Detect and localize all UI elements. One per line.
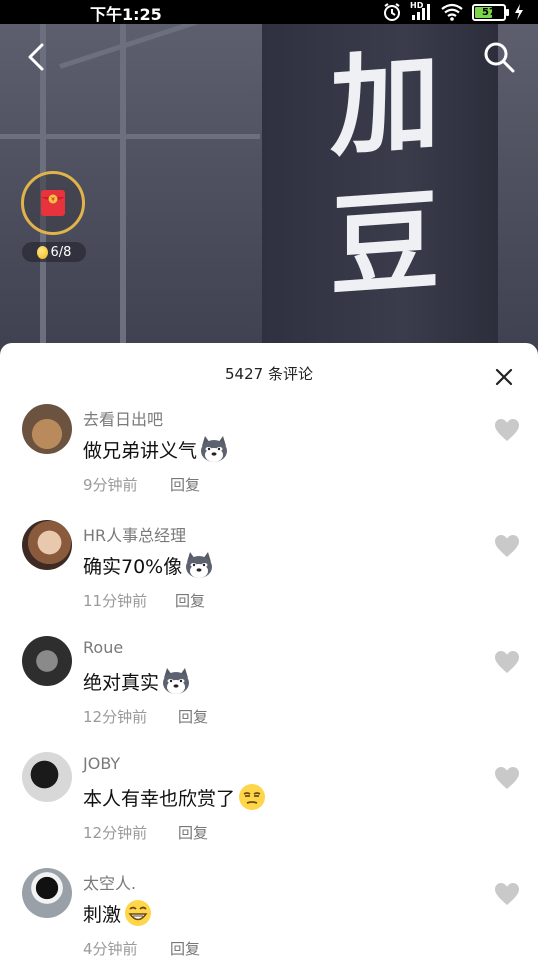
comment-text: 绝对真实 — [83, 671, 160, 694]
battery-icon: 57 — [472, 3, 509, 21]
status-bar: 下午1:25 HD 57 — [0, 0, 538, 24]
red-packet-button[interactable]: ¥ — [21, 171, 85, 235]
video-player[interactable]: 加豆 ¥ 6/8 — [0, 24, 538, 354]
smug-face-emoji — [239, 784, 266, 810]
heart-icon[interactable] — [494, 534, 520, 558]
comment-username[interactable]: HR人事总经理 — [83, 522, 186, 546]
svg-text:¥: ¥ — [51, 197, 55, 204]
comment-time: 12分钟前 — [83, 708, 148, 726]
comment-username[interactable]: 太空人. — [83, 870, 136, 894]
comment-item: 去看日出吧 做兄弟讲义气 9分钟前 回复 — [0, 404, 538, 514]
heart-icon[interactable] — [494, 766, 520, 790]
reply-button[interactable]: 回复 — [178, 706, 208, 727]
video-banner-text: 加豆 — [330, 36, 440, 312]
comment-text-row: 绝对真实 — [83, 666, 191, 696]
status-time: 下午1:25 — [90, 5, 162, 24]
search-icon[interactable] — [482, 40, 516, 74]
heart-icon[interactable] — [494, 418, 520, 442]
avatar[interactable] — [22, 636, 72, 686]
reply-button[interactable]: 回复 — [178, 822, 208, 843]
avatar[interactable] — [22, 752, 72, 802]
husky-emoji — [186, 552, 213, 578]
coin-icon — [36, 245, 48, 259]
comment-text: 刺激 — [83, 903, 122, 926]
comment-text: 本人有幸也欣赏了 — [83, 787, 236, 810]
heart-icon[interactable] — [494, 882, 520, 906]
reply-button[interactable]: 回复 — [175, 590, 205, 611]
avatar[interactable] — [22, 404, 72, 454]
comment-time: 4分钟前 — [83, 940, 138, 958]
reply-button[interactable]: 回复 — [170, 474, 200, 495]
comments-sheet: 5427 条评论 去看日出吧 做兄弟讲义气 9分钟前 回复 HR人事总经理 确实… — [0, 343, 538, 971]
reward-counter: 6/8 — [22, 242, 86, 262]
comment-text-row: 做兄弟讲义气 — [83, 434, 229, 464]
comment-text-row: 刺激 — [83, 898, 153, 928]
comment-username[interactable]: Roue — [83, 638, 123, 657]
comment-time: 9分钟前 — [83, 476, 138, 494]
husky-emoji — [163, 668, 190, 694]
comment-username[interactable]: JOBY — [83, 754, 120, 773]
avatar[interactable] — [22, 520, 72, 570]
reward-progress: 6/8 — [50, 244, 72, 260]
husky-emoji — [201, 436, 228, 462]
back-icon[interactable] — [22, 42, 52, 72]
comments-count-title: 5427 条评论 — [225, 365, 313, 383]
scaffold-bar — [120, 24, 126, 354]
comment-time: 11分钟前 — [83, 592, 148, 610]
comment-item: 太空人. 刺激 4分钟前 回复 — [0, 868, 538, 971]
comment-text-row: 本人有幸也欣赏了 — [83, 782, 267, 812]
comment-text: 确实70%像 — [83, 555, 183, 578]
comment-item: JOBY 本人有幸也欣赏了 12分钟前 回复 — [0, 752, 538, 862]
reply-button[interactable]: 回复 — [170, 938, 200, 959]
close-icon[interactable] — [492, 365, 516, 389]
signal-icon: HD — [410, 1, 432, 21]
comment-username[interactable]: 去看日出吧 — [83, 406, 163, 430]
comment-time: 12分钟前 — [83, 824, 148, 842]
heart-icon[interactable] — [494, 650, 520, 674]
wifi-icon — [441, 3, 463, 21]
scaffold-bar — [0, 134, 260, 139]
comment-text: 做兄弟讲义气 — [83, 439, 198, 462]
charging-icon — [515, 4, 523, 20]
battery-level: 57 — [482, 6, 496, 18]
grin-emoji — [125, 900, 152, 926]
scaffold-bar — [59, 24, 271, 69]
comment-item: Roue 绝对真实 12分钟前 回复 — [0, 636, 538, 746]
alarm-icon — [384, 3, 400, 21]
comment-item: HR人事总经理 确实70%像 11分钟前 回复 — [0, 520, 538, 630]
red-packet-icon: ¥ — [41, 190, 65, 216]
comment-text-row: 确实70%像 — [83, 550, 214, 580]
avatar[interactable] — [22, 868, 72, 918]
status-icons: HD 57 — [382, 1, 524, 22]
